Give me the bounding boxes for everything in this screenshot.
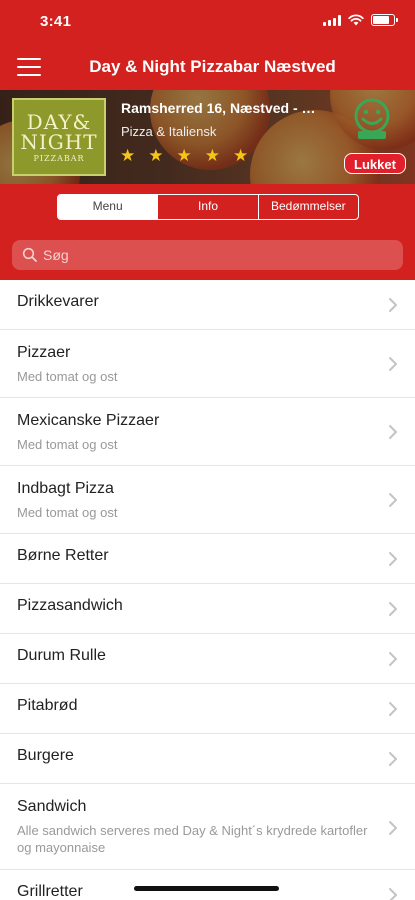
wifi-icon — [348, 14, 364, 26]
chevron-right-icon — [389, 552, 397, 566]
list-item-title: Pitabrød — [17, 697, 78, 714]
chevron-right-icon — [389, 652, 397, 666]
status-bar: 3:41 — [0, 0, 415, 44]
star-icon: ★ — [204, 146, 220, 165]
chevron-right-icon — [389, 702, 397, 716]
list-item[interactable]: Mexicanske Pizzaer Med tomat og ost — [0, 398, 415, 466]
list-item-title: Sandwich — [17, 798, 87, 815]
page-title: Day & Night Pizzabar Næstved — [89, 57, 336, 76]
list-item-subtitle: Med tomat og ost — [17, 369, 118, 384]
chevron-right-icon — [389, 357, 397, 371]
star-icon: ★ — [148, 146, 164, 165]
chevron-right-icon — [389, 821, 397, 835]
rating-stars: ★ ★ ★ ★ ★ — [120, 147, 248, 164]
list-item-title: Burgere — [17, 747, 74, 764]
search-bar[interactable] — [12, 240, 403, 270]
chevron-right-icon — [389, 752, 397, 766]
menu-icon[interactable] — [17, 58, 41, 76]
list-item-title: Mexicanske Pizzaer — [17, 412, 160, 429]
list-item-title: Pizzasandwich — [17, 597, 123, 614]
logo-text: PIZZABAR — [33, 153, 85, 163]
logo-text: NIGHT — [20, 129, 98, 154]
chevron-right-icon — [389, 298, 397, 312]
search-input[interactable] — [43, 240, 395, 270]
list-item[interactable]: Pitabrød — [0, 684, 415, 734]
segmented-control: Menu Info Bedømmelser — [57, 194, 359, 220]
list-item[interactable]: Burgere — [0, 734, 415, 784]
list-item[interactable]: Pizzasandwich — [0, 584, 415, 634]
chevron-right-icon — [389, 602, 397, 616]
status-time: 3:41 — [40, 13, 72, 30]
star-icon: ★ — [120, 146, 136, 165]
search-icon — [22, 247, 37, 262]
status-badge: Lukket — [344, 153, 406, 174]
menu-category-list: Drikkevarer Pizzaer Med tomat og ost Mex… — [0, 280, 415, 900]
navbar: Day & Night Pizzabar Næstved — [0, 44, 415, 90]
list-item-subtitle: Alle sandwich serveres med Day & Night´s… — [17, 823, 368, 855]
list-item-title: Drikkevarer — [17, 293, 99, 310]
tab-ratings[interactable]: Bedømmelser — [257, 195, 358, 219]
smiley-inspection-icon — [354, 98, 390, 139]
list-item-subtitle: Med tomat og ost — [17, 505, 118, 520]
star-icon: ★ — [176, 146, 192, 165]
list-item-subtitle: Med tomat og ost — [17, 437, 118, 452]
cellular-signal-icon — [323, 14, 341, 26]
battery-icon — [371, 14, 398, 26]
tab-info[interactable]: Info — [157, 195, 257, 219]
chevron-right-icon — [389, 888, 397, 900]
list-item[interactable]: Durum Rulle — [0, 634, 415, 684]
logo-text: DAY& — [26, 109, 92, 134]
list-item[interactable]: Grillretter — [0, 870, 415, 900]
restaurant-logo: DAY& NIGHT PIZZABAR — [12, 98, 106, 176]
list-item[interactable]: Sandwich Alle sandwich serveres med Day … — [0, 784, 415, 870]
home-indicator[interactable] — [134, 886, 279, 891]
star-icon: ★ — [233, 146, 249, 165]
list-item-title: Durum Rulle — [17, 647, 106, 664]
chevron-right-icon — [389, 425, 397, 439]
chevron-right-icon — [389, 493, 397, 507]
status-icons — [323, 14, 398, 26]
list-item[interactable]: Indbagt Pizza Med tomat og ost — [0, 466, 415, 534]
list-item[interactable]: Pizzaer Med tomat og ost — [0, 330, 415, 398]
list-item[interactable]: Børne Retter — [0, 534, 415, 584]
tab-menu[interactable]: Menu — [58, 195, 158, 219]
list-item-title: Indbagt Pizza — [17, 480, 114, 497]
list-item-title: Børne Retter — [17, 547, 109, 564]
list-item-title: Pizzaer — [17, 344, 71, 361]
restaurant-address: Ramsherred 16, Næstved - 4700 — [121, 100, 321, 116]
list-item[interactable]: Drikkevarer — [0, 280, 415, 330]
restaurant-cuisine: Pizza & Italiensk — [121, 124, 217, 139]
